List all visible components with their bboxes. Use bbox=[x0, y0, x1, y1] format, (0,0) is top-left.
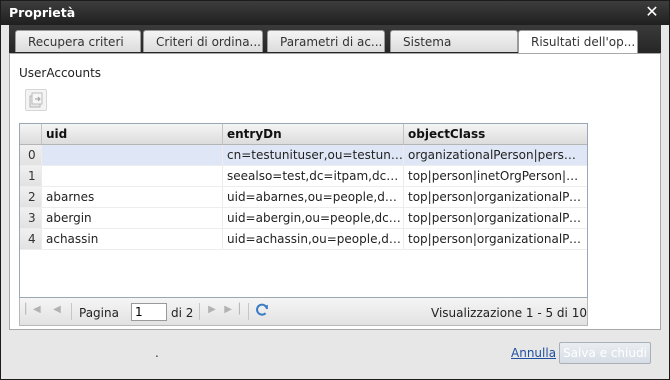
tab-parametri[interactable]: Parametri di ac... bbox=[267, 30, 385, 52]
cell-entrydn: uid=abergin,ou=people,dc=i... bbox=[223, 208, 404, 228]
close-icon[interactable]: ✕ bbox=[643, 3, 661, 21]
cell-objectclass: top|person|organizationalPe... bbox=[408, 211, 582, 225]
export-button[interactable] bbox=[25, 89, 47, 111]
column-header-entrydn[interactable]: entryDn bbox=[223, 124, 404, 144]
cell-uid bbox=[42, 166, 223, 186]
footer-dot: . bbox=[155, 346, 159, 360]
cell-entrydn: seealso=test,dc=itpam,dc=c... bbox=[223, 166, 404, 186]
cell-uid bbox=[42, 145, 223, 165]
first-page-icon[interactable]: ▏◀ bbox=[25, 302, 41, 318]
table-row[interactable]: 4 achassin uid=achassin,ou=people,dc... … bbox=[20, 229, 587, 250]
cell-entrydn: cn=testunituser,ou=testunit3... bbox=[223, 145, 404, 165]
paging-toolbar: ▏◀ ◀ Pagina di 2 ▶ ▶▕ Visualizzazione 1 … bbox=[19, 298, 588, 326]
tab-criteri-ordinamento[interactable]: Criteri di ordina... bbox=[143, 30, 263, 52]
save-and-close-button[interactable]: Salva e chiudi bbox=[559, 342, 651, 364]
title-bar[interactable]: Proprietà ✕ bbox=[1, 1, 669, 25]
toolbar-separator bbox=[199, 303, 200, 320]
row-number: 4 bbox=[20, 229, 42, 249]
table-row[interactable]: 0 cn=testunituser,ou=testunit3... organi… bbox=[20, 145, 587, 166]
refresh-icon bbox=[256, 303, 268, 316]
tab-label: Criteri di ordina... bbox=[156, 35, 261, 49]
cell-uid: achassin bbox=[42, 229, 223, 249]
row-number: 1 bbox=[20, 166, 42, 186]
export-icon bbox=[29, 92, 43, 108]
grid-header: uid entryDn objectClass bbox=[20, 124, 587, 145]
properties-dialog: Proprietà ✕ Recupera criteri Criteri di … bbox=[0, 0, 670, 380]
table-row[interactable]: 1 seealso=test,dc=itpam,dc=c... top|pers… bbox=[20, 166, 587, 187]
row-number-header bbox=[20, 124, 42, 144]
cell-objectclass: top|person|organizationalPe... bbox=[408, 190, 582, 204]
paging-summary: Visualizzazione 1 - 5 di 10 bbox=[431, 306, 587, 320]
tab-label: Risultati dell'op... bbox=[531, 35, 636, 49]
page-label: Pagina bbox=[79, 306, 119, 320]
cell-entrydn: uid=achassin,ou=people,dc... bbox=[223, 229, 404, 249]
table-row[interactable]: 3 abergin uid=abergin,ou=people,dc=i... … bbox=[20, 208, 587, 229]
last-page-icon[interactable]: ▶▕ bbox=[224, 302, 240, 318]
cancel-link[interactable]: Annulla bbox=[511, 346, 556, 360]
next-page-icon[interactable]: ▶ bbox=[204, 302, 220, 318]
tab-label: Recupera criteri bbox=[28, 35, 124, 49]
cell-uid: abarnes bbox=[42, 187, 223, 207]
row-number: 2 bbox=[20, 187, 42, 207]
tab-strip: Recupera criteri Criteri di ordina... Pa… bbox=[9, 25, 661, 54]
table-row[interactable]: 2 abarnes uid=abarnes,ou=people,dc=... t… bbox=[20, 187, 587, 208]
tab-risultati[interactable]: Risultati dell'op... bbox=[518, 30, 638, 54]
cell-entrydn: uid=abarnes,ou=people,dc=... bbox=[223, 187, 404, 207]
page-count-label: di 2 bbox=[171, 306, 194, 320]
tab-label: Sistema bbox=[403, 35, 452, 49]
page-number-input[interactable] bbox=[131, 303, 167, 321]
column-header-uid[interactable]: uid bbox=[42, 124, 223, 144]
tab-recupera-criteri[interactable]: Recupera criteri bbox=[15, 30, 141, 52]
cell-objectclass: top|person|organizationalPe... bbox=[408, 232, 582, 246]
cell-objectclass: top|person|inetOrgPerson|or... bbox=[408, 169, 582, 183]
cell-uid: abergin bbox=[42, 208, 223, 228]
previous-page-icon[interactable]: ◀ bbox=[49, 302, 65, 318]
refresh-button[interactable] bbox=[254, 302, 270, 318]
dialog-title: Proprietà bbox=[9, 5, 76, 20]
row-number: 3 bbox=[20, 208, 42, 228]
row-number: 0 bbox=[20, 145, 42, 165]
results-panel: UserAccounts uid entryDn objectClass 0 c… bbox=[9, 53, 661, 330]
toolbar-separator bbox=[248, 303, 249, 320]
section-label: UserAccounts bbox=[19, 66, 102, 80]
tab-label: Parametri di ac... bbox=[280, 35, 383, 49]
cell-objectclass: organizationalPerson|person... bbox=[408, 148, 582, 162]
results-grid: uid entryDn objectClass 0 cn=testunituse… bbox=[19, 123, 588, 298]
column-header-objectclass[interactable]: objectClass bbox=[404, 124, 587, 144]
toolbar-separator bbox=[71, 303, 72, 320]
tab-sistema[interactable]: Sistema bbox=[390, 30, 518, 52]
